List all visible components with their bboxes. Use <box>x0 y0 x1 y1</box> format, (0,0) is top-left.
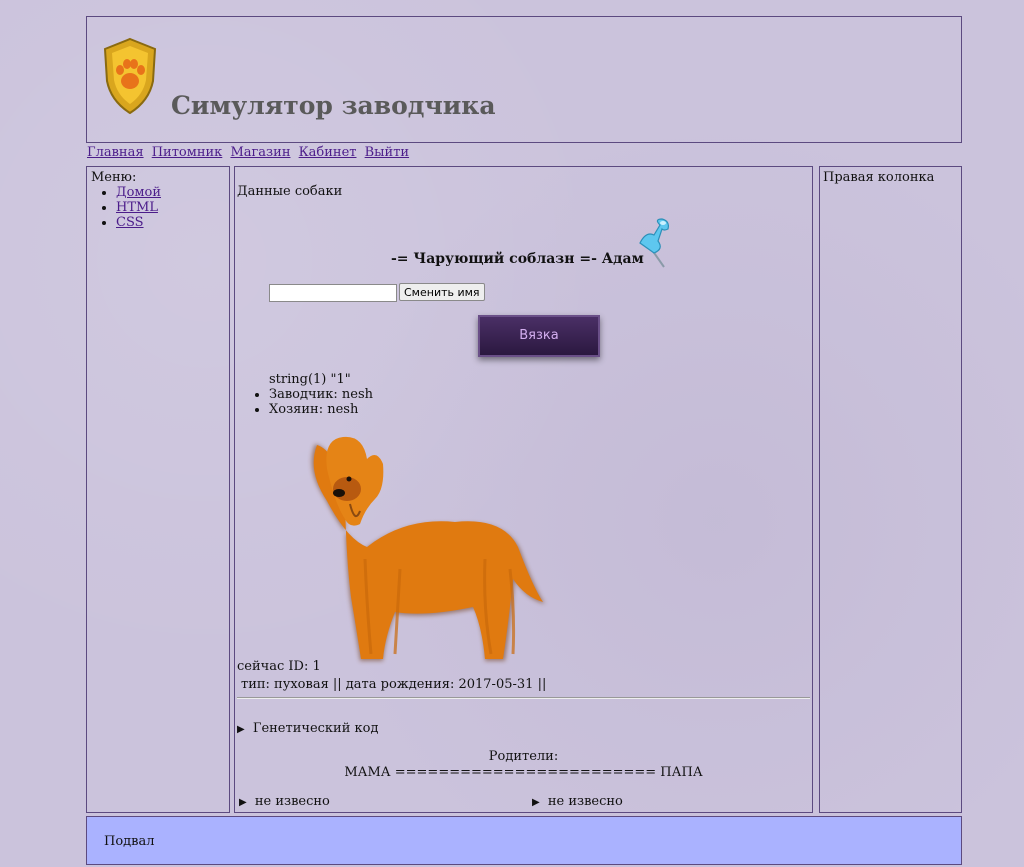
mate-button[interactable]: Вязка <box>478 315 600 357</box>
genetic-code-toggle[interactable]: ▶ Генетический код <box>237 721 378 736</box>
nav-link-logout[interactable]: Выйти <box>365 145 409 160</box>
breeder-info: Заводчик: nesh <box>269 387 373 402</box>
parents-label: Родители: <box>488 749 559 764</box>
footer-text: Подвал <box>104 834 155 849</box>
top-nav: Главная Питомник Магазин Кабинет Выйти <box>87 145 413 160</box>
parents-line: МАМА ======================== ПАПА <box>344 765 703 780</box>
owner-info: Хозяин: nesh <box>269 402 373 417</box>
father-label: не извесно <box>547 794 623 809</box>
sidebar-link-html[interactable]: HTML <box>116 200 158 215</box>
rename-button[interactable]: Сменить имя <box>399 283 485 301</box>
paw-shield-icon <box>103 37 157 115</box>
dog-name-input[interactable] <box>269 284 397 302</box>
dog-name-title: -= Чарующий соблазн =- Адам <box>391 251 644 267</box>
main-content: Данные собаки -= Чарующий соблазн =- Ада… <box>234 166 813 813</box>
nav-link-shop[interactable]: Магазин <box>230 145 290 160</box>
sidebar-item-css: CSS <box>116 215 225 230</box>
footer: Подвал <box>86 816 962 865</box>
nav-link-home[interactable]: Главная <box>87 145 144 160</box>
dog-info-list: Заводчик: nesh Хозяин: nesh <box>249 387 373 417</box>
sidebar-link-css[interactable]: CSS <box>116 215 144 230</box>
left-sidebar: Меню: Домой HTML CSS <box>86 166 230 813</box>
nav-link-kennel[interactable]: Питомник <box>152 145 223 160</box>
father-toggle[interactable]: ▶ не извесно <box>532 794 623 809</box>
genetic-code-label: Генетический код <box>252 721 379 736</box>
triangle-right-icon: ▶ <box>237 724 245 735</box>
right-sidebar: Правая колонка <box>819 166 962 813</box>
triangle-right-icon: ▶ <box>239 797 247 808</box>
mother-label: не извесно <box>254 794 330 809</box>
site-title: Симулятор заводчика <box>171 91 496 120</box>
mother-toggle[interactable]: ▶ не извесно <box>239 794 330 809</box>
sidebar-link-home[interactable]: Домой <box>116 185 161 200</box>
sidebar-title: Меню: <box>91 170 137 185</box>
section-title: Данные собаки <box>237 184 343 199</box>
dog-image <box>311 436 545 661</box>
dog-meta: тип: пуховая || дата рождения: 2017-05-3… <box>241 677 547 692</box>
sidebar-item-home: Домой <box>116 185 225 200</box>
nav-link-cabinet[interactable]: Кабинет <box>299 145 357 160</box>
sidebar-item-html: HTML <box>116 200 225 215</box>
site-header: Симулятор заводчика <box>86 16 962 143</box>
current-id: сейчас ID: 1 <box>237 659 321 674</box>
sidebar-menu: Домой HTML CSS <box>91 185 225 230</box>
debug-output: string(1) "1" <box>269 372 351 387</box>
divider <box>237 697 810 699</box>
right-sidebar-title: Правая колонка <box>823 170 935 185</box>
triangle-right-icon: ▶ <box>532 797 540 808</box>
